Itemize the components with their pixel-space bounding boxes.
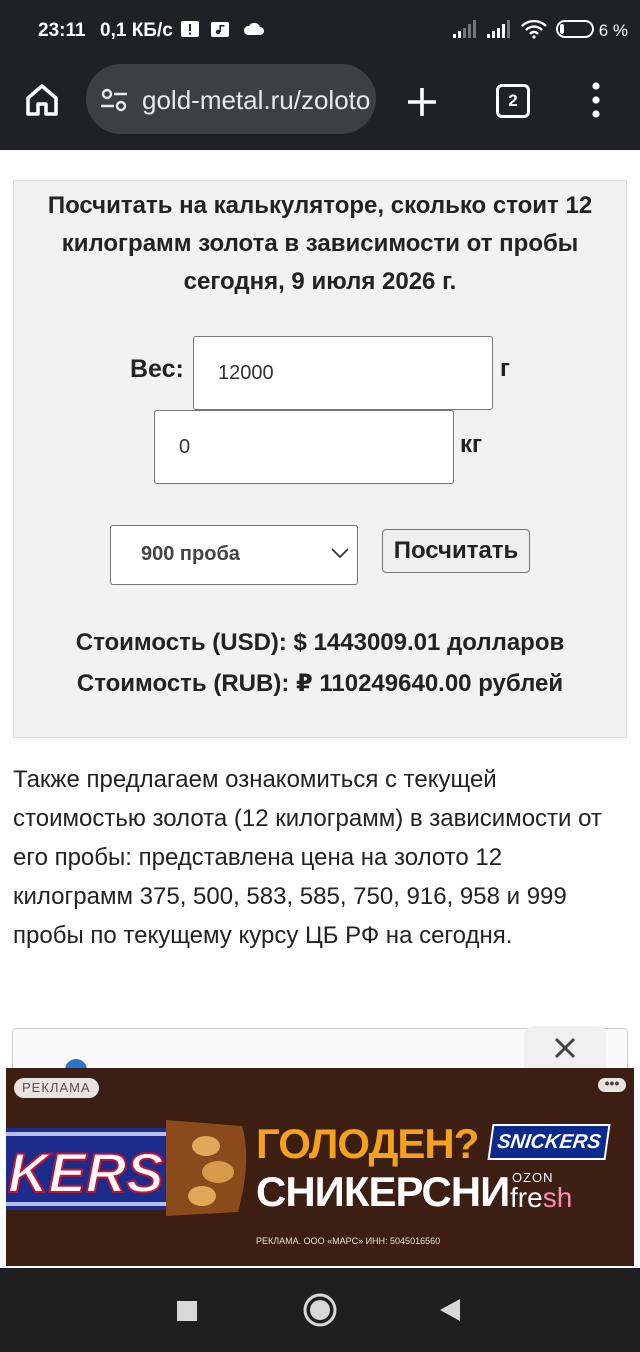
kilograms-input[interactable] — [154, 410, 454, 484]
calculate-button[interactable]: Посчитать — [382, 529, 530, 573]
home-circle-icon[interactable] — [302, 1292, 338, 1328]
bar-text: KERS — [8, 1141, 164, 1204]
description-paragraph: Также предлагаем ознакомиться с текущей … — [13, 766, 602, 949]
plus-icon[interactable] — [402, 82, 442, 122]
status-bar: 23:11 0,1 КБ/с 6 % — [0, 0, 640, 62]
system-nav-bar — [0, 1268, 640, 1352]
cloud-icon — [243, 22, 264, 35]
signal-icon — [453, 20, 476, 38]
signal-icon — [487, 20, 510, 38]
address-bar[interactable]: gold-metal.ru/zoloto — [86, 64, 376, 134]
alert-icon — [181, 21, 199, 37]
ad-badge: РЕКЛАМА — [14, 1078, 99, 1098]
snickers-bar-image: KERS — [6, 1120, 247, 1216]
more-icon[interactable] — [586, 80, 606, 120]
gold-calculator: Посчитать на калькуляторе, сколько стоит… — [13, 180, 627, 738]
fresh-part-1: fre — [510, 1182, 543, 1213]
close-icon — [554, 1037, 576, 1059]
ad-close-button[interactable] — [524, 1026, 606, 1070]
back-icon[interactable] — [438, 1298, 462, 1322]
result-usd: Стоимость (USD): $ 1443009.01 долларов — [75, 629, 565, 656]
tune-icon[interactable] — [100, 88, 128, 112]
ad-legal-text: РЕКЛАМА. ООО «МАРС» ИНН: 5045016560 — [256, 1236, 441, 1246]
ad-options-icon[interactable]: ••• — [598, 1076, 626, 1092]
status-net-speed: 0,1 КБ/с — [100, 20, 173, 41]
status-time: 23:11 — [38, 20, 86, 41]
purity-selected-value: 900 проба — [141, 543, 240, 565]
grams-input[interactable] — [193, 336, 493, 410]
battery-icon — [556, 20, 594, 38]
ad-headline: ГОЛОДЕН? — [256, 1120, 479, 1167]
wifi-icon — [521, 19, 547, 39]
browser-toolbar: gold-metal.ru/zoloto 2 — [0, 62, 640, 150]
purity-select[interactable]: 900 проба — [110, 525, 358, 585]
recents-icon[interactable] — [176, 1300, 198, 1322]
result-rub: Стоимость (RUB): ₽ 110249640.00 рублей — [76, 670, 564, 697]
chevron-down-icon — [331, 548, 349, 559]
tabs-icon[interactable]: 2 — [496, 84, 530, 118]
advertisement-banner[interactable]: РЕКЛАМА ••• KERS ГОЛОДЕН? СНИКЕРСНИ SNIC… — [6, 1068, 634, 1266]
battery-percent: 6 % — [598, 21, 628, 40]
ad-subheadline: СНИКЕРСНИ — [256, 1168, 510, 1215]
kilograms-unit: кг — [460, 431, 483, 458]
snickers-logo: SNICKERS — [487, 1124, 611, 1160]
url-text[interactable]: gold-metal.ru/zoloto — [142, 85, 372, 117]
weight-label: Вес: — [130, 355, 184, 383]
fresh-part-2: sh — [542, 1182, 573, 1213]
grams-unit: г — [500, 355, 510, 382]
home-icon[interactable] — [24, 82, 60, 118]
calculator-title: Посчитать на калькуляторе, сколько стоит… — [47, 192, 593, 295]
ozon-fresh-logo: fresh — [510, 1182, 572, 1214]
media-icon — [211, 22, 229, 37]
